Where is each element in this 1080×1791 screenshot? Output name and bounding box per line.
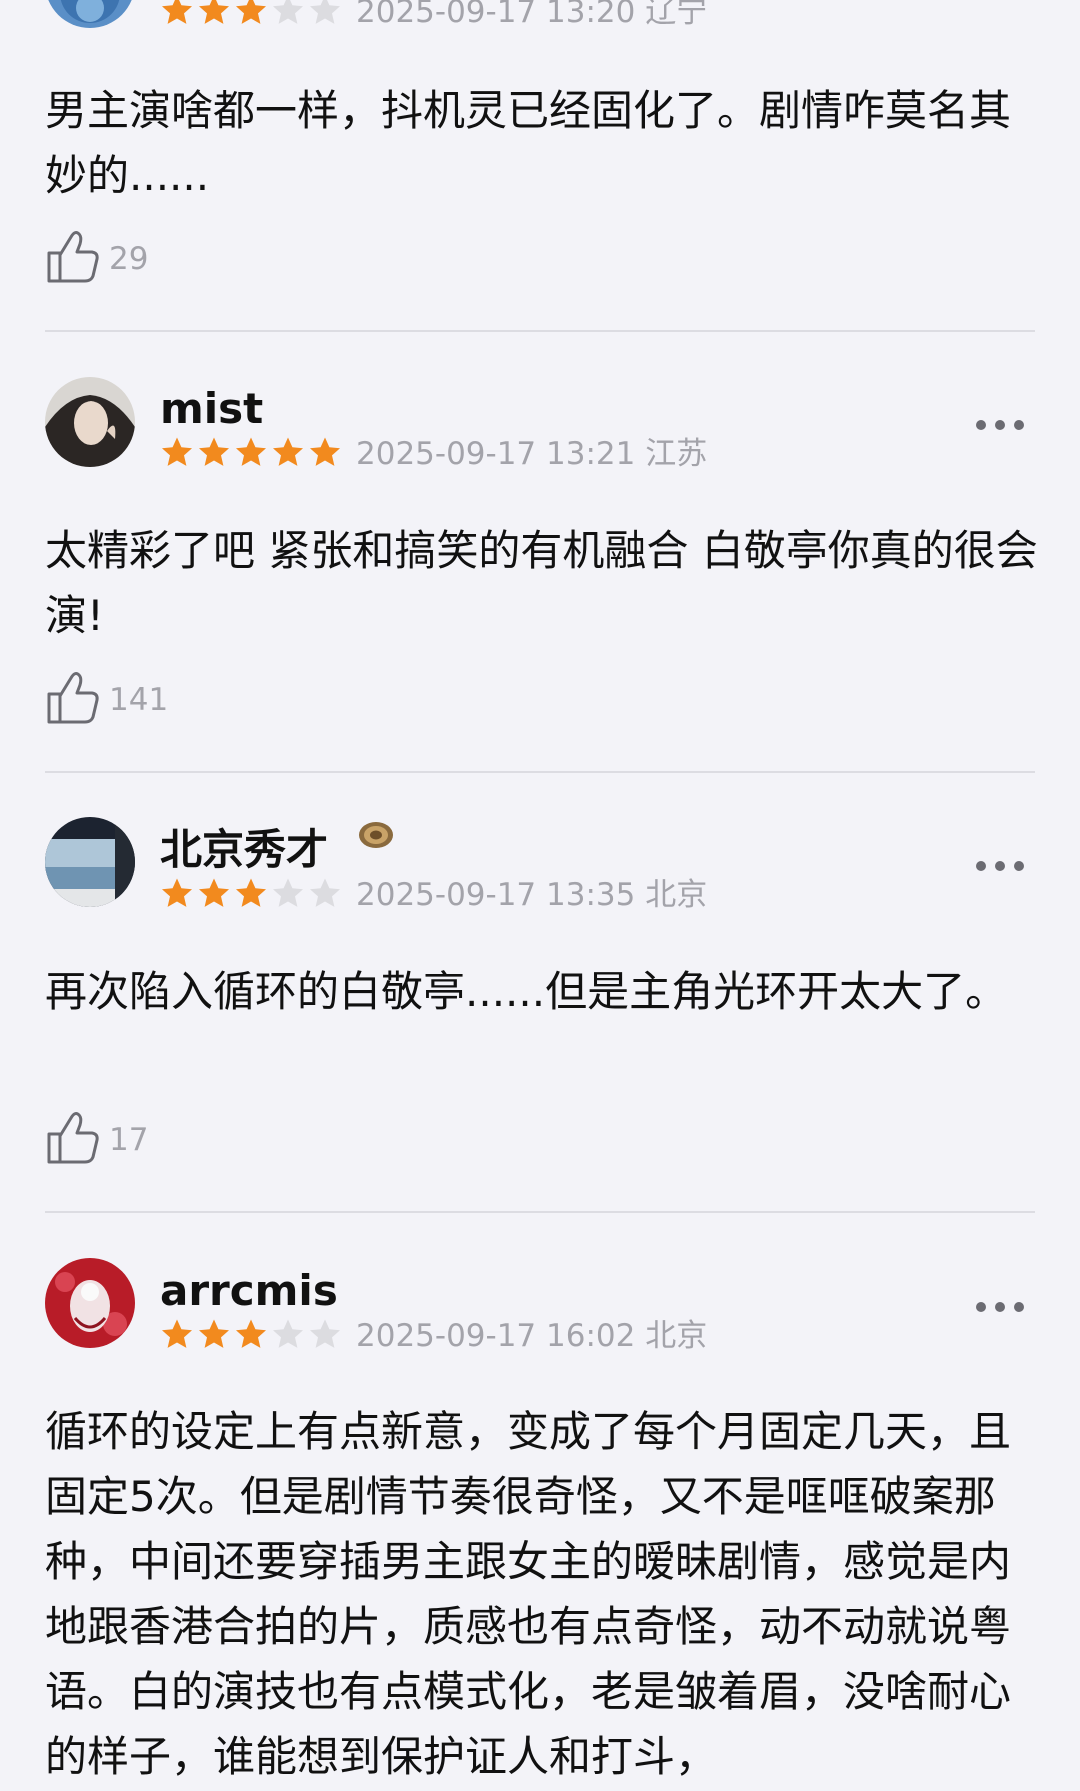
star-icon: [199, 1319, 229, 1348]
star-icon: [162, 0, 192, 24]
star-icon: [310, 1319, 340, 1348]
more-options-button[interactable]: [960, 1286, 1040, 1326]
star-icon: [162, 878, 192, 907]
review-location: 北京: [645, 877, 708, 913]
star-icon: [273, 878, 303, 907]
timestamp-location: 2025-09-17 13:20 辽宁: [356, 0, 707, 32]
star-icon: [199, 0, 229, 24]
more-dot: [995, 861, 1005, 871]
timestamp-location: 2025-09-17 16:02 北京: [356, 1316, 707, 1356]
more-dot: [995, 1302, 1005, 1312]
more-options-button[interactable]: [960, 845, 1040, 885]
more-options-button[interactable]: [960, 404, 1040, 444]
review-location: 辽宁: [645, 0, 708, 30]
like-count: 29: [109, 241, 149, 277]
username[interactable]: mist: [160, 384, 263, 434]
more-dot: [1014, 1302, 1024, 1312]
review-datetime: 2025-09-17 16:02: [356, 1318, 636, 1354]
review-location: 江苏: [645, 436, 708, 472]
username[interactable]: arrcmis: [160, 1266, 338, 1316]
review-datetime: 2025-09-17 13:35: [356, 877, 636, 913]
divider: [45, 1211, 1035, 1213]
review-datetime: 2025-09-17 13:21: [356, 436, 636, 472]
divider: [45, 330, 1035, 332]
review-comment: 再次陷入循环的白敬亭......但是主角光环开太大了。: [45, 967, 1008, 1016]
like-count: 141: [109, 682, 169, 718]
star-icon: [310, 0, 340, 24]
review-location: 北京: [645, 1318, 708, 1354]
avatar[interactable]: [45, 377, 135, 467]
thumbs-up-icon: [47, 672, 99, 724]
star-icon: [273, 437, 303, 466]
star-icon: [310, 878, 340, 907]
like-count: 17: [109, 1122, 149, 1158]
more-horizontal-icon: [976, 861, 986, 871]
star-icon: [236, 878, 266, 907]
divider: [45, 771, 1035, 773]
more-dot: [995, 420, 1005, 430]
star-icon: [273, 0, 303, 24]
timestamp-location: 2025-09-17 13:35 北京: [356, 875, 707, 915]
avatar[interactable]: [45, 1258, 135, 1348]
more-horizontal-icon: [976, 1302, 986, 1312]
avatar[interactable]: [45, 817, 135, 907]
star-icon: [199, 437, 229, 466]
star-icon: [273, 1319, 303, 1348]
star-icon: [236, 437, 266, 466]
star-icon: [199, 878, 229, 907]
more-dot: [1014, 420, 1024, 430]
avatar[interactable]: [45, 0, 135, 28]
thumbs-up-icon: [47, 1112, 99, 1164]
review-comment: 男主演啥都一样，抖机灵已经固化了。剧情咋莫名其妙的......: [45, 86, 1012, 200]
review-comment: 循环的设定上有点新意，变成了每个月固定几天，且固定5次。但是剧情节奏很奇怪，又不…: [45, 1407, 1012, 1781]
review-comment: 太精彩了吧 紧张和搞笑的有机融合 白敬亭你真的很会演!: [45, 526, 1038, 640]
review-datetime: 2025-09-17 13:20: [356, 0, 636, 30]
more-horizontal-icon: [976, 420, 986, 430]
review-list: 2025-09-17 13:20 辽宁 男主演啥都一样，抖机灵已经固化了。剧情咋…: [0, 0, 1080, 1791]
star-icon: [236, 1319, 266, 1348]
timestamp-location: 2025-09-17 13:21 江苏: [356, 434, 707, 474]
star-icon: [310, 437, 340, 466]
star-icon: [162, 437, 192, 466]
star-icon: [236, 0, 266, 24]
thumbs-up-icon: [47, 231, 99, 283]
more-dot: [1014, 861, 1024, 871]
medal-badge-icon: [359, 822, 393, 848]
star-icon: [162, 1319, 192, 1348]
username[interactable]: 北京秀才: [160, 825, 328, 875]
